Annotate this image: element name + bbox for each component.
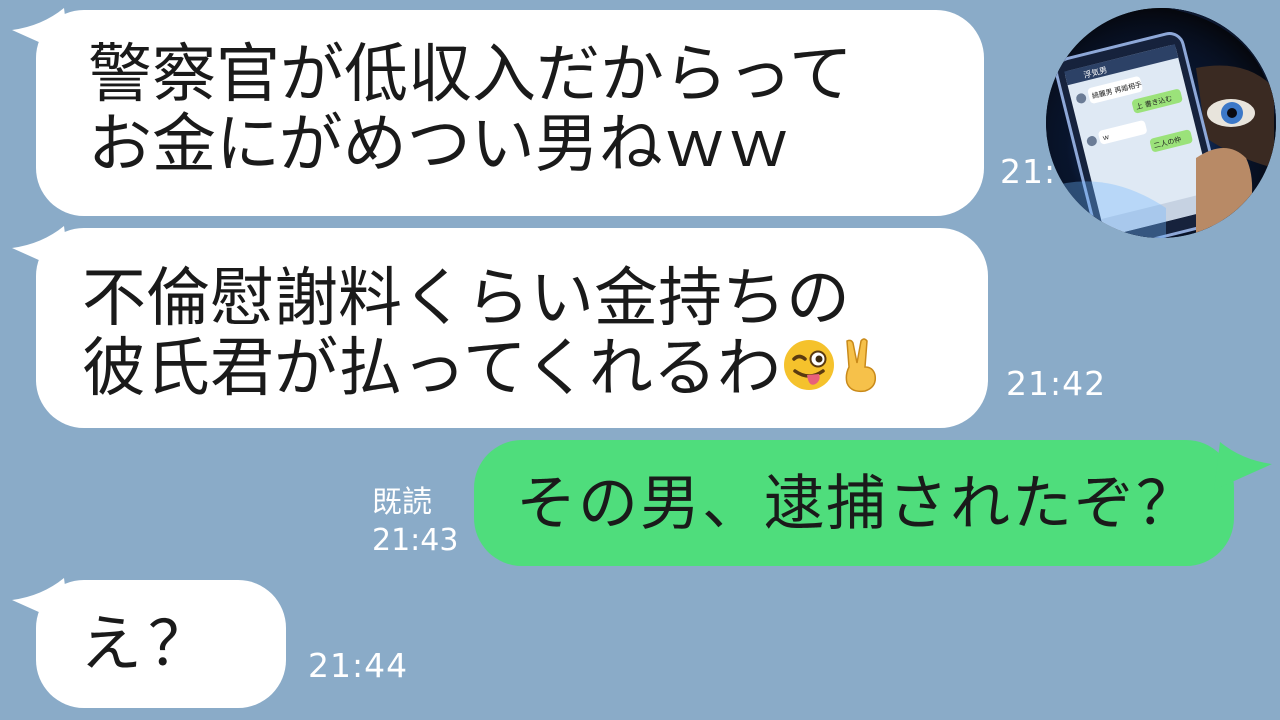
message-timestamp: 21:43: [372, 523, 459, 558]
message-text-line: 不倫慰謝料くらい金持ちの: [82, 262, 850, 336]
message-timestamp: 21:44: [308, 646, 409, 685]
message-text-line: 彼氏君が払ってくれるわ: [82, 334, 988, 407]
read-receipt: 既読 21:43: [372, 484, 458, 560]
bubble-tail-right: [1214, 442, 1272, 490]
message-text-line: え？: [80, 607, 217, 680]
victory-hand-icon: [837, 337, 881, 407]
message-timestamp: 21:42: [1006, 364, 1107, 403]
message-bubble-outgoing[interactable]: その男、逮捕されたぞ？: [474, 440, 1234, 566]
message-text-line: その男、逮捕されたぞ？: [516, 469, 1198, 539]
hooded-person-holding-phone-icon[interactable]: 浮気男 綺麗男 再婚相手 上 書き込む ｗ 二人の仲: [1046, 8, 1276, 238]
message-text-line: 警察官が低収入だからって: [88, 38, 853, 112]
read-label: 既読: [372, 485, 432, 520]
message-bubble-incoming[interactable]: え？: [36, 580, 286, 708]
winking-tongue-face-icon: [781, 337, 837, 407]
message-text-line: お金にがめつい男ねｗｗ: [88, 108, 791, 182]
message-timestamp: 21:: [1000, 152, 1057, 191]
message-text-fragment: 彼氏君が払ってくれるわ: [82, 332, 781, 406]
message-bubble-incoming[interactable]: 警察官が低収入だからって お金にがめつい男ねｗｗ: [36, 10, 984, 216]
message-bubble-incoming[interactable]: 不倫慰謝料くらい金持ちの 彼氏君が払ってくれるわ: [36, 228, 988, 428]
